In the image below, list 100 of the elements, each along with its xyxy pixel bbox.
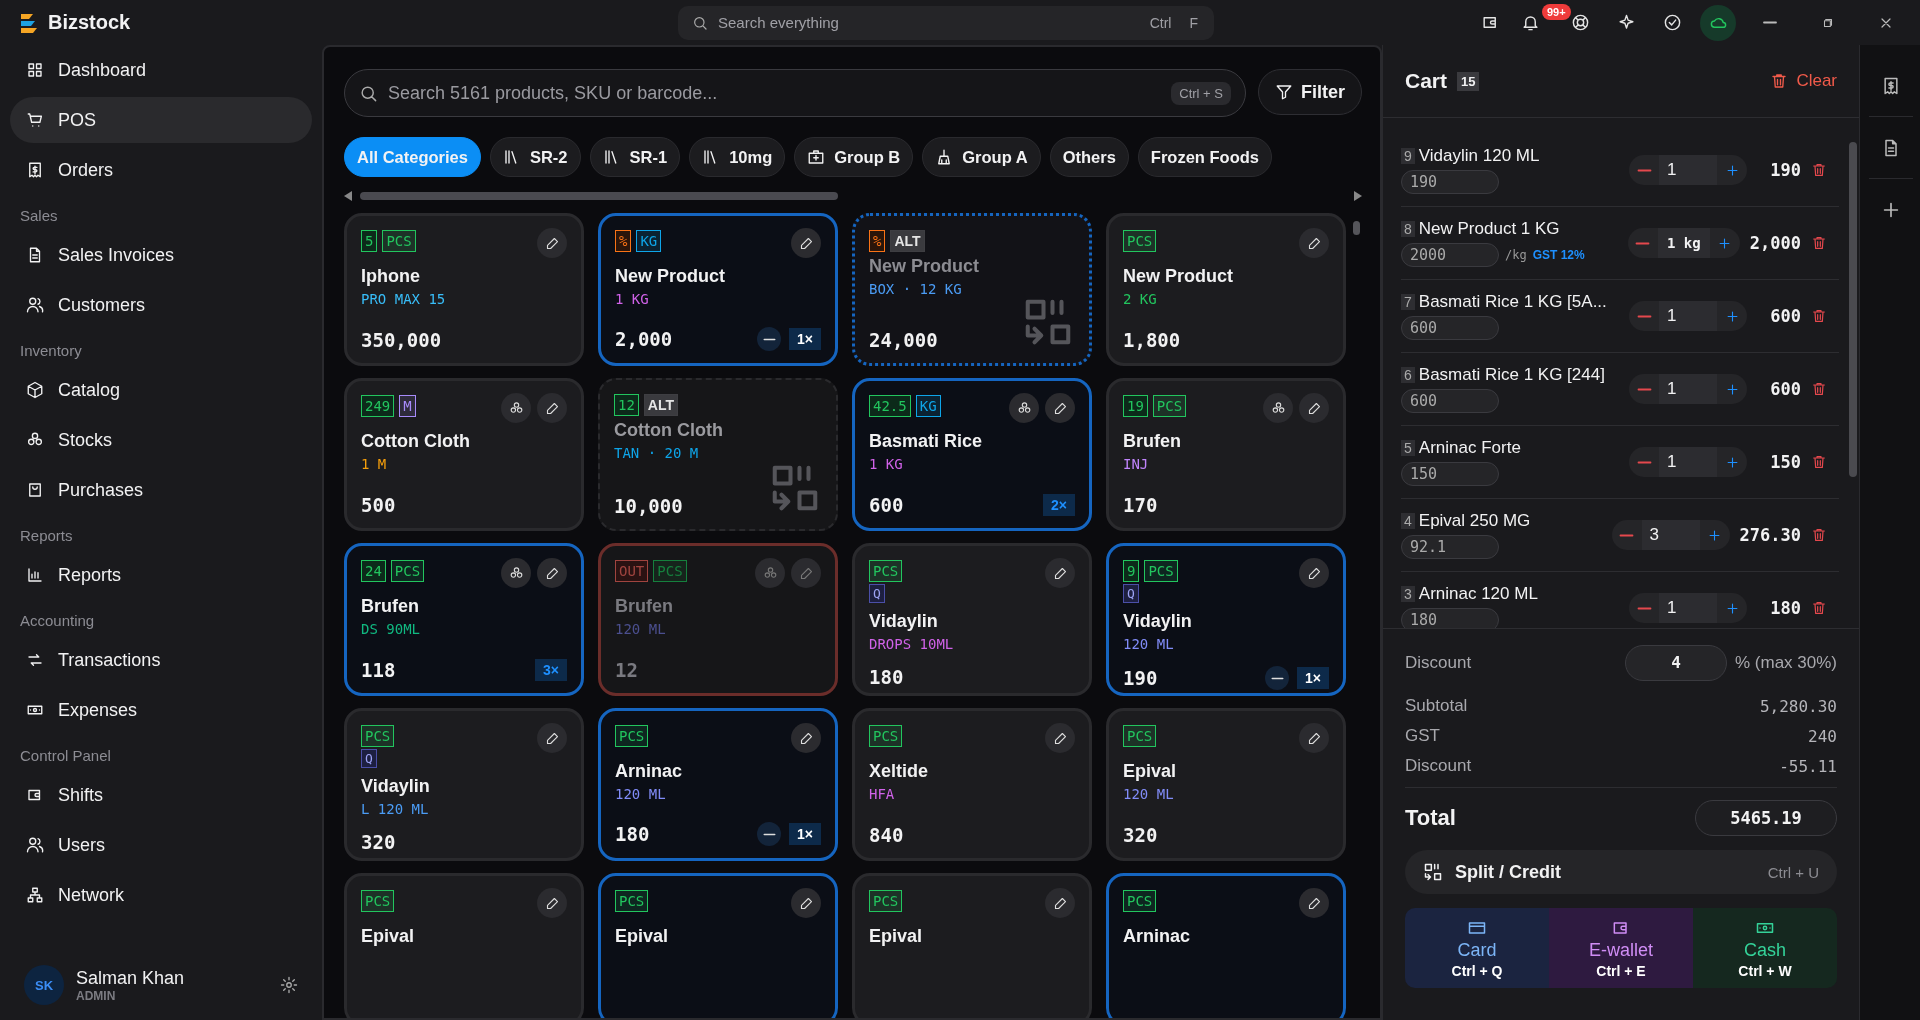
edit-button[interactable] (1299, 888, 1329, 918)
stock-button[interactable] (1263, 393, 1293, 423)
remove-item-button[interactable] (1811, 235, 1827, 251)
edit-button[interactable] (1045, 888, 1075, 918)
remove-item-button[interactable] (1811, 527, 1827, 543)
payment-button[interactable]: Card Ctrl + Q (1405, 908, 1549, 988)
category-chip[interactable]: Others (1049, 137, 1129, 177)
stock-button[interactable] (501, 558, 531, 588)
rate-field[interactable]: 92.1 (1401, 535, 1499, 559)
decrease-button[interactable] (757, 822, 782, 846)
product-card[interactable]: 12 ALT Cotton Cloth TAN · 20 M 10,000 (598, 378, 838, 531)
rate-field[interactable]: 150 (1401, 462, 1499, 486)
edit-button[interactable] (537, 723, 567, 753)
category-chip[interactable]: Group A (922, 137, 1041, 177)
split-credit-button[interactable]: Split / Credit Ctrl + U (1405, 850, 1837, 894)
filter-button[interactable]: Filter (1258, 69, 1362, 115)
payment-button[interactable]: E-wallet Ctrl + E (1549, 908, 1693, 988)
edit-button[interactable] (791, 723, 821, 753)
rate-field[interactable]: 180 (1401, 608, 1499, 628)
category-chip[interactable]: SR-1 (589, 137, 681, 177)
settings-button[interactable] (280, 976, 298, 994)
product-card[interactable]: PCS Epival (852, 873, 1092, 1018)
discount-field[interactable]: 4 (1624, 645, 1727, 681)
category-chip[interactable]: 10mg (689, 137, 786, 177)
quantity-field[interactable]: 1 (1659, 301, 1717, 331)
shortcut-key: Ctrl (1147, 14, 1174, 31)
edit-button[interactable] (1045, 393, 1075, 423)
nav-item[interactable]: Users (10, 822, 312, 868)
nav-item[interactable]: Catalog (10, 367, 312, 413)
product-card[interactable]: % KG New Product 1 KG 2,000 1× (598, 213, 838, 366)
category-chip[interactable]: Frozen Foods (1137, 137, 1272, 177)
edit-button[interactable] (537, 558, 567, 588)
nav-item[interactable]: Network (10, 872, 312, 918)
nav-item[interactable]: Stocks (10, 417, 312, 463)
rate-field[interactable]: 600 (1401, 389, 1499, 413)
scroll-right-icon[interactable] (1354, 191, 1362, 201)
remove-item-button[interactable] (1811, 454, 1827, 470)
remove-item-button[interactable] (1811, 381, 1827, 397)
quantity-field[interactable]: 1 (1659, 593, 1717, 623)
product-card[interactable]: 42.5 KG Basmati Rice 1 KG 600 2× (852, 378, 1092, 531)
quantity-field[interactable]: 1 kg (1657, 228, 1710, 258)
global-search-field[interactable]: Search everything Ctrl F (678, 5, 1214, 40)
product-search-field[interactable]: Search 5161 products, SKU or barcode... Ctrl + S (344, 69, 1246, 117)
rate-field[interactable]: 2000 (1401, 243, 1499, 267)
category-chip[interactable]: Group B (794, 137, 914, 177)
nav-item[interactable]: Orders (10, 147, 312, 193)
edit-button[interactable] (1045, 723, 1075, 753)
edit-button[interactable] (1045, 558, 1075, 588)
decrease-button[interactable] (1265, 666, 1290, 690)
nav-item[interactable]: Purchases (10, 467, 312, 513)
edit-button[interactable] (537, 393, 567, 423)
product-card[interactable]: % ALT New Product BOX · 12 KG 24,000 (852, 213, 1092, 366)
edit-button[interactable] (1299, 228, 1329, 258)
horizontal-scrollbar[interactable] (360, 192, 838, 200)
quantity-field[interactable]: 1 (1659, 374, 1717, 404)
nav-item[interactable]: Dashboard (10, 47, 312, 93)
category-chip[interactable]: SR-2 (489, 137, 581, 177)
product-card[interactable]: PCS Q Vidaylin DROPS 10ML 180 (852, 543, 1092, 696)
quantity-field[interactable]: 3 (1641, 520, 1700, 550)
product-card[interactable]: PCS Epival 120 ML 320 (1106, 708, 1346, 861)
nav-item[interactable]: POS (10, 97, 312, 143)
edit-button[interactable] (791, 228, 821, 258)
product-card[interactable]: 5 PCS Iphone PRO MAX 15 350,000 (344, 213, 584, 366)
payment-button[interactable]: Cash Ctrl + W (1693, 908, 1837, 988)
remove-item-button[interactable] (1811, 308, 1827, 324)
product-card[interactable]: 24 PCS Brufen DS 90ML 118 3× (344, 543, 584, 696)
nav-item[interactable]: Customers (10, 282, 312, 328)
product-card[interactable]: PCS Xeltide HFA 840 (852, 708, 1092, 861)
rate-field[interactable]: 190 (1401, 170, 1499, 194)
sync-button[interactable] (1700, 4, 1736, 41)
edit-button[interactable] (1299, 393, 1329, 423)
nav-item[interactable]: Transactions (10, 637, 312, 683)
nav-item[interactable]: Expenses (10, 687, 312, 733)
product-card[interactable]: PCS Epival (344, 873, 584, 1018)
edit-button[interactable] (791, 888, 821, 918)
clear-cart-button[interactable]: Clear (1770, 71, 1837, 91)
stock-button[interactable] (501, 393, 531, 423)
quantity-field[interactable]: 1 (1659, 155, 1717, 185)
nav-item[interactable]: Shifts (10, 772, 312, 818)
edit-button[interactable] (537, 888, 567, 918)
product-card[interactable]: 9 PCS Q Vidaylin 120 ML 190 1× (1106, 543, 1346, 696)
rate-field[interactable]: 600 (1401, 316, 1499, 340)
product-card[interactable]: PCS Arninac 120 ML 180 1× (598, 708, 838, 861)
stock-button[interactable] (1009, 393, 1039, 423)
product-card[interactable]: 19 PCS Brufen INJ 170 (1106, 378, 1346, 531)
quantity-field[interactable]: 1 (1659, 447, 1717, 477)
edit-button[interactable] (1299, 723, 1329, 753)
edit-button[interactable] (537, 228, 567, 258)
edit-button[interactable] (1299, 558, 1329, 588)
product-card[interactable]: PCS New Product 2 KG 1,800 (1106, 213, 1346, 366)
decrease-button[interactable] (757, 327, 782, 351)
scroll-left-icon[interactable] (344, 191, 352, 201)
product-card[interactable]: 249 M Cotton Cloth 1 M 500 (344, 378, 584, 531)
product-card[interactable]: PCS Q Vidaylin L 120 ML 320 (344, 708, 584, 861)
nav-item[interactable]: Reports (10, 552, 312, 598)
product-card[interactable]: PCS Epival (598, 873, 838, 1018)
remove-item-button[interactable] (1811, 162, 1827, 178)
remove-item-button[interactable] (1811, 600, 1827, 616)
nav-item[interactable]: Sales Invoices (10, 232, 312, 278)
product-card[interactable]: PCS Arninac (1106, 873, 1346, 1018)
